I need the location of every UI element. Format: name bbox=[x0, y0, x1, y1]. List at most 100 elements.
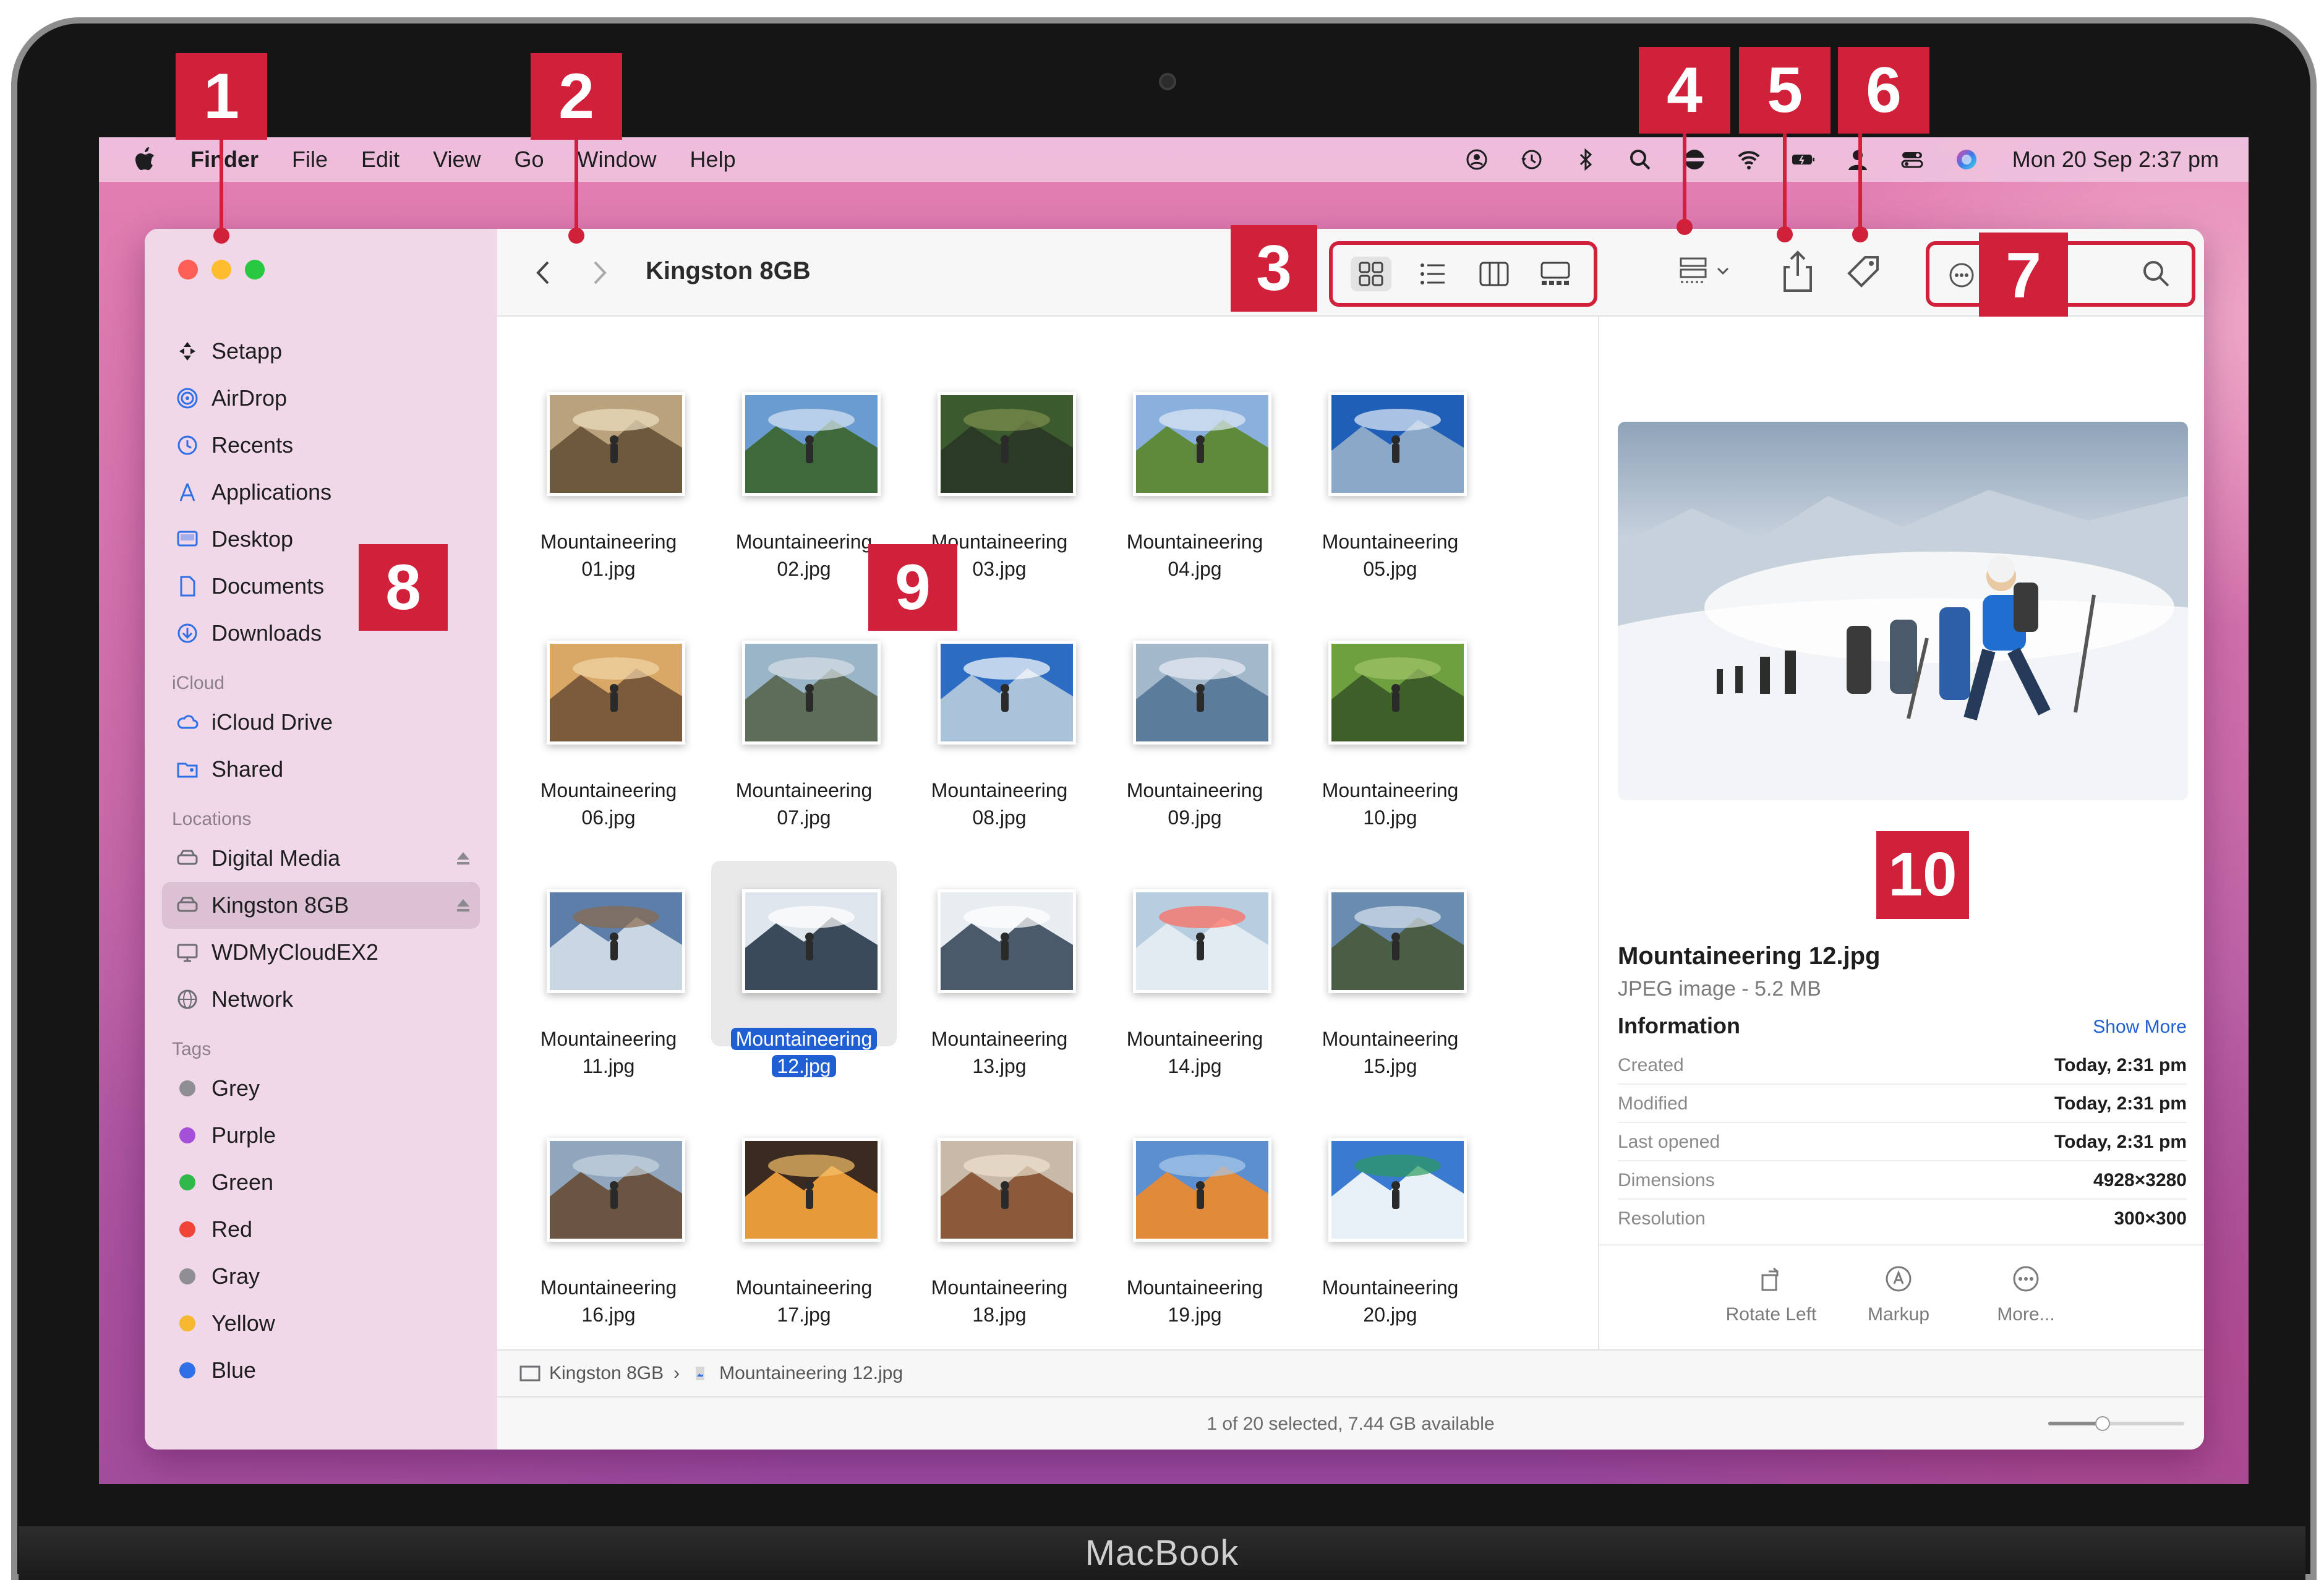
sidebar-item-applications[interactable]: Applications bbox=[145, 469, 497, 516]
gallery-view-button[interactable] bbox=[1535, 257, 1576, 291]
path-file[interactable]: Mountaineering 12.jpg bbox=[719, 1363, 903, 1384]
eject-icon[interactable] bbox=[454, 849, 472, 868]
file-thumbnail bbox=[938, 1138, 1076, 1242]
eject-icon[interactable] bbox=[454, 896, 472, 915]
list-view-button[interactable] bbox=[1412, 257, 1453, 291]
sidebar-item-icloud-drive[interactable]: iCloud Drive bbox=[145, 699, 497, 746]
sidebar-item-label: WDMyCloudEX2 bbox=[211, 939, 379, 965]
sidebar-tag-red[interactable]: Red bbox=[145, 1206, 497, 1253]
file-item[interactable]: Mountaineering 08.jpg bbox=[907, 612, 1092, 847]
file-item[interactable]: Mountaineering 06.jpg bbox=[516, 612, 701, 847]
file-item[interactable]: Mountaineering 17.jpg bbox=[711, 1109, 897, 1344]
file-name-line1: Mountaineering bbox=[931, 779, 1068, 801]
share-icon[interactable] bbox=[1777, 247, 1818, 297]
file-item[interactable]: Mountaineering 09.jpg bbox=[1102, 612, 1288, 847]
menu-finder[interactable]: Finder bbox=[190, 147, 258, 173]
sidebar-item-network[interactable]: Network bbox=[145, 976, 497, 1023]
user-account-icon[interactable] bbox=[1844, 146, 1871, 173]
tag-dot-icon bbox=[179, 1362, 195, 1378]
menu-help[interactable]: Help bbox=[690, 147, 736, 173]
menu-go[interactable]: Go bbox=[514, 147, 544, 173]
sidebar-item-digital-media[interactable]: Digital Media bbox=[145, 835, 497, 882]
toolbar: Kingston 8GB bbox=[497, 229, 2204, 317]
sidebar-tag-green[interactable]: Green bbox=[145, 1159, 497, 1206]
file-item[interactable]: Mountaineering 15.jpg bbox=[1297, 861, 1483, 1096]
file-name-line2: 14.jpg bbox=[1168, 1055, 1222, 1077]
sidebar-tag-yellow[interactable]: Yellow bbox=[145, 1300, 497, 1347]
bluetooth-icon[interactable] bbox=[1572, 146, 1599, 173]
user-circle-icon[interactable] bbox=[1463, 146, 1490, 173]
file-item[interactable]: Mountaineering 01.jpg bbox=[516, 364, 701, 599]
icon-size-slider[interactable] bbox=[2048, 1416, 2184, 1431]
callout-5: 5 bbox=[1739, 47, 1831, 134]
sidebar-tag-grey[interactable]: Grey bbox=[145, 1065, 497, 1112]
column-view-button[interactable] bbox=[1474, 257, 1514, 291]
menu-edit[interactable]: Edit bbox=[361, 147, 399, 173]
more-button[interactable]: More... bbox=[1964, 1264, 2088, 1325]
menu-bar: Finder File Edit View Go Window Help Mon… bbox=[99, 137, 2249, 182]
sidebar-item-shared[interactable]: Shared bbox=[145, 746, 497, 793]
file-item[interactable]: Mountaineering 05.jpg bbox=[1297, 364, 1483, 599]
info-value: Today, 2:31 pm bbox=[2054, 1055, 2187, 1075]
callout-6-line bbox=[1858, 134, 1862, 233]
sidebar-item-setapp[interactable]: Setapp bbox=[145, 328, 497, 375]
file-name-label: Mountaineering 16.jpg bbox=[516, 1274, 701, 1328]
traffic-lights bbox=[178, 260, 278, 280]
file-item[interactable]: Mountaineering 12.jpg bbox=[711, 861, 897, 1096]
menubar-clock[interactable]: Mon 20 Sep 2:37 pm bbox=[2012, 147, 2219, 173]
show-more-link[interactable]: Show More bbox=[2093, 1017, 2187, 1038]
file-item[interactable]: Mountaineering 07.jpg bbox=[711, 612, 897, 847]
status-text: 1 of 20 selected, 7.44 GB available bbox=[1207, 1414, 1495, 1434]
file-item[interactable]: Mountaineering 16.jpg bbox=[516, 1109, 701, 1344]
search-icon[interactable] bbox=[2140, 257, 2173, 291]
sidebar-tag-gray[interactable]: Gray bbox=[145, 1253, 497, 1300]
minimize-window-button[interactable] bbox=[211, 260, 231, 280]
file-item[interactable]: Mountaineering 18.jpg bbox=[907, 1109, 1092, 1344]
apple-icon[interactable] bbox=[132, 146, 156, 173]
wifi-icon[interactable] bbox=[1735, 146, 1762, 173]
info-key: Resolution bbox=[1618, 1208, 1706, 1229]
sidebar-item-label: AirDrop bbox=[211, 385, 288, 411]
file-item[interactable]: Mountaineering 11.jpg bbox=[516, 861, 701, 1096]
icon-view-button[interactable] bbox=[1350, 257, 1391, 291]
zoom-window-button[interactable] bbox=[245, 260, 265, 280]
sidebar-tag-blue[interactable]: Blue bbox=[145, 1347, 497, 1394]
info-key: Last opened bbox=[1618, 1132, 1720, 1152]
file-item[interactable]: Mountaineering 04.jpg bbox=[1102, 364, 1288, 599]
menu-window[interactable]: Window bbox=[578, 147, 657, 173]
clock-icon bbox=[174, 432, 200, 458]
path-volume[interactable]: Kingston 8GB bbox=[549, 1363, 664, 1384]
battery-icon[interactable] bbox=[1790, 146, 1817, 173]
file-thumbnail bbox=[547, 641, 685, 745]
file-item[interactable]: Mountaineering 19.jpg bbox=[1102, 1109, 1288, 1344]
sidebar-item-recents[interactable]: Recents bbox=[145, 422, 497, 469]
back-button[interactable] bbox=[528, 256, 559, 289]
file-item[interactable]: Mountaineering 14.jpg bbox=[1102, 861, 1288, 1096]
file-item[interactable]: Mountaineering 10.jpg bbox=[1297, 612, 1483, 847]
preview-info-header: Information bbox=[1618, 1013, 1740, 1038]
rotate-left-button[interactable]: Rotate Left bbox=[1709, 1264, 1833, 1325]
control-center-icon[interactable] bbox=[1899, 146, 1926, 173]
sidebar-tag-purple[interactable]: Purple bbox=[145, 1112, 497, 1159]
file-name-label: Mountaineering 14.jpg bbox=[1102, 1025, 1288, 1080]
spotlight-icon[interactable] bbox=[1626, 146, 1654, 173]
file-item[interactable]: Mountaineering 20.jpg bbox=[1297, 1109, 1483, 1344]
time-machine-icon[interactable] bbox=[1518, 146, 1545, 173]
sidebar-item-airdrop[interactable]: AirDrop bbox=[145, 375, 497, 422]
sidebar-item-kingston-8gb[interactable]: Kingston 8GB bbox=[162, 882, 480, 929]
file-name-label: Mountaineering 01.jpg bbox=[516, 528, 701, 583]
file-name-line1: Mountaineering bbox=[540, 531, 677, 553]
siri-icon[interactable] bbox=[1953, 146, 1980, 173]
file-item[interactable]: Mountaineering 13.jpg bbox=[907, 861, 1092, 1096]
menu-file[interactable]: File bbox=[292, 147, 328, 173]
forward-button[interactable] bbox=[584, 256, 615, 289]
group-by-button[interactable] bbox=[1677, 254, 1745, 291]
markup-button[interactable]: Markup bbox=[1837, 1264, 1960, 1325]
file-name-label: Mountaineering 06.jpg bbox=[516, 777, 701, 831]
sidebar-section-icloud: iCloud bbox=[172, 673, 225, 693]
tag-icon[interactable] bbox=[1844, 254, 1884, 291]
menu-view[interactable]: View bbox=[433, 147, 481, 173]
rotate-left-label: Rotate Left bbox=[1725, 1304, 1817, 1325]
sidebar-item-wdmycloudex2[interactable]: WDMyCloudEX2 bbox=[145, 929, 497, 976]
close-window-button[interactable] bbox=[178, 260, 198, 280]
